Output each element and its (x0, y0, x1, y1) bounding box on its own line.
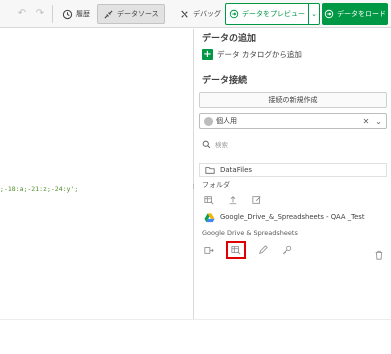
datasource-label: データソース (117, 10, 159, 18)
connection-type-label: Google Drive & Spreadsheets (202, 229, 298, 237)
preview-icon (229, 9, 239, 19)
connection-type-label: フォルダ (202, 181, 230, 189)
code-line: ;-18:a;-21:z;-24:y'; (0, 185, 79, 193)
connection-item-google-drive[interactable]: Google_Drive_&_Spreadsheets - QAA _Test (199, 210, 387, 224)
add-from-catalog-link[interactable]: + データ カタログから追加 (202, 49, 302, 60)
upload-icon[interactable] (226, 193, 240, 207)
new-connection-button[interactable]: 接続の新規作成 (199, 92, 387, 108)
undo-icon[interactable]: ↶ (16, 8, 28, 20)
bottom-area (0, 319, 391, 354)
history-label: 履歴 (76, 10, 90, 18)
add-data-title: データの追加 (202, 34, 257, 44)
toolbar-separator (52, 5, 53, 23)
drive-actions (202, 241, 294, 259)
datasource-button[interactable]: データソース (97, 4, 165, 24)
folder-icon (205, 167, 215, 174)
select-data-icon[interactable] (202, 193, 216, 207)
google-drive-icon (204, 212, 215, 222)
connection-name: DataFiles (220, 166, 253, 174)
connection-name: Google_Drive_&_Spreadsheets - QAA _Test (220, 213, 365, 221)
load-icon (324, 9, 334, 19)
preview-dropdown-button[interactable]: ⌄ (308, 3, 320, 25)
delete-icon[interactable] (373, 249, 385, 261)
select-data-icon[interactable] (226, 241, 246, 259)
data-panel: データの追加 + データ カタログから追加 データ接続 接続の新規作成 個人用 … (194, 29, 391, 319)
toolbar: ↶ ↷ 履歴 データソース デバッグ データをプレビュー ⌄ データをロード (0, 0, 391, 28)
search-icon (202, 140, 211, 148)
preview-label: データをプレビュー (242, 10, 305, 18)
person-icon (204, 116, 213, 126)
edit-icon[interactable] (250, 193, 264, 207)
clear-icon[interactable]: ✕ (363, 117, 370, 126)
connections-title: データ接続 (202, 76, 248, 86)
search-input[interactable]: 検索 (202, 139, 228, 149)
history-button[interactable]: 履歴 (57, 4, 95, 24)
chevron-down-icon: ⌄ (311, 10, 317, 18)
load-label: データをロード (337, 10, 386, 18)
debug-button[interactable]: デバッグ (174, 4, 226, 24)
debug-label: デバッグ (193, 10, 221, 18)
space-select[interactable]: 個人用 ✕ ⌄ (199, 113, 387, 129)
search-placeholder: 検索 (215, 141, 228, 149)
space-select-value: 個人用 (216, 117, 237, 125)
history-icon (62, 9, 73, 19)
debug-icon (181, 9, 188, 18)
connection-item-datafiles[interactable]: DataFiles (199, 163, 387, 177)
key-icon[interactable] (280, 243, 294, 257)
chevron-down-icon[interactable]: ⌄ (375, 117, 382, 126)
datasource-icon (104, 9, 113, 19)
script-editor[interactable]: ;-18:a;-21:z;-24:y'; (0, 29, 193, 319)
load-data-button[interactable]: データをロード (322, 3, 388, 25)
insert-connection-string-icon[interactable] (202, 243, 216, 257)
redo-icon[interactable]: ↷ (34, 8, 46, 20)
preview-data-button[interactable]: データをプレビュー (225, 3, 309, 25)
edit-icon[interactable] (256, 243, 270, 257)
plus-icon: + (202, 49, 213, 60)
add-from-catalog-label: データ カタログから追加 (217, 50, 302, 59)
folder-actions (202, 193, 264, 207)
